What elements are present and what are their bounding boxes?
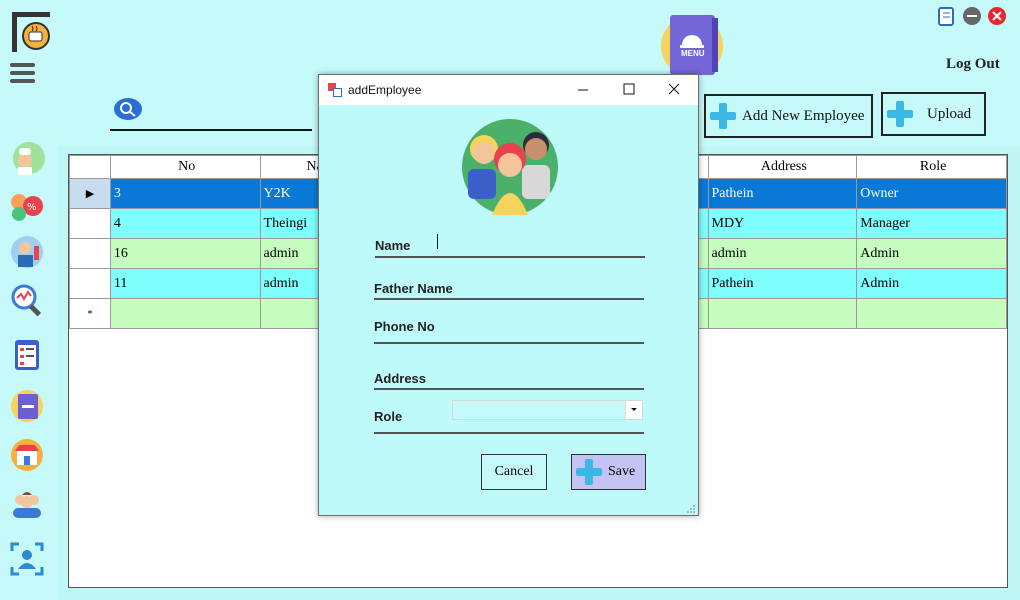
svg-text:%: %	[27, 202, 37, 213]
cell-role[interactable]: Admin	[856, 238, 1007, 269]
row-header	[69, 208, 111, 239]
upload-button[interactable]: Upload	[881, 92, 986, 136]
search-input[interactable]	[145, 100, 309, 124]
cell-no[interactable]: 16	[109, 238, 261, 269]
phone-input[interactable]	[449, 317, 647, 341]
dialog-title: addEmployee	[348, 83, 422, 97]
cell-role[interactable]: Manager	[856, 208, 1007, 239]
role-label: Role	[374, 409, 403, 424]
new-row-marker: *	[69, 298, 111, 329]
address-input[interactable]	[449, 365, 648, 389]
menu-book-icon[interactable]	[9, 388, 45, 424]
cell-address[interactable]	[707, 298, 858, 329]
name-label: Name	[375, 238, 411, 253]
column-header-no[interactable]: No	[109, 155, 261, 179]
column-header-role[interactable]: Role	[856, 155, 1007, 179]
chevron-down-icon	[631, 408, 637, 411]
row-header	[69, 238, 111, 269]
father-name-input[interactable]	[469, 275, 648, 299]
search-icon[interactable]	[113, 97, 143, 121]
cancel-button[interactable]: Cancel	[481, 454, 547, 490]
add-new-employee-button[interactable]: Add New Employee	[704, 94, 873, 138]
menu-book-text: MENU	[681, 49, 705, 58]
dialog-minimize-icon[interactable]	[577, 84, 589, 96]
cell-no[interactable]	[109, 298, 261, 329]
app-window-icon	[328, 83, 342, 97]
resize-grip-icon[interactable]	[687, 504, 696, 513]
save-label: Save	[608, 464, 636, 479]
dialog-titlebar[interactable]: addEmployee	[319, 75, 698, 105]
add-new-employee-label: Add New Employee	[742, 107, 865, 124]
cell-no[interactable]: 11	[109, 268, 261, 299]
minimize-icon[interactable]	[962, 6, 982, 26]
cell-address[interactable]: Pathein	[707, 268, 858, 299]
save-button[interactable]: Save	[571, 454, 646, 490]
profile-scan-icon[interactable]	[9, 541, 45, 577]
notes-icon[interactable]	[936, 6, 956, 26]
role-select[interactable]	[452, 400, 643, 420]
cafe-logo-icon	[12, 12, 50, 52]
name-underline	[375, 256, 645, 258]
waiter-icon[interactable]	[9, 234, 45, 270]
role-underline	[374, 432, 644, 434]
cell-role[interactable]: Admin	[856, 268, 1007, 299]
dialog-maximize-icon[interactable]	[623, 83, 635, 95]
employee-group-avatar	[462, 119, 558, 215]
cell-role[interactable]	[856, 298, 1007, 329]
cell-address[interactable]: admin	[707, 238, 858, 269]
dialog-close-icon[interactable]	[668, 83, 680, 95]
row-header-corner	[69, 155, 111, 179]
address-label: Address	[374, 371, 427, 386]
upload-label: Upload	[927, 105, 972, 122]
search-input-underline	[110, 129, 312, 131]
add-employee-dialog: addEmployee Name Father Name Phone No Ad…	[318, 74, 699, 516]
logout-link[interactable]: Log Out	[946, 56, 1000, 73]
role-select-arrow[interactable]	[625, 401, 642, 419]
chef-icon[interactable]	[9, 140, 45, 176]
menu-book-logo: MENU	[660, 12, 726, 78]
cell-address[interactable]: Pathein	[707, 178, 858, 209]
plus-icon	[887, 101, 913, 127]
menu-book-logo-icon	[661, 15, 723, 77]
father-name-underline	[374, 298, 644, 300]
phone-underline	[374, 342, 644, 344]
discount-icon[interactable]: %	[9, 188, 45, 224]
row-header	[69, 268, 111, 299]
analytics-icon[interactable]	[9, 282, 45, 318]
cell-no[interactable]: 4	[109, 208, 261, 239]
phone-label: Phone No	[374, 319, 435, 334]
cell-no[interactable]: 3	[109, 178, 261, 209]
restaurant-icon[interactable]	[9, 437, 45, 473]
close-app-icon[interactable]	[987, 6, 1007, 26]
selected-row-marker: ▶	[69, 178, 111, 209]
sidebar: %	[0, 0, 58, 600]
cell-address[interactable]: MDY	[707, 208, 858, 239]
column-header-address[interactable]: Address	[707, 155, 858, 179]
cell-role[interactable]: Owner	[856, 178, 1007, 209]
employees-icon[interactable]	[9, 486, 45, 522]
plus-icon	[576, 459, 602, 485]
plus-icon	[710, 103, 736, 129]
hamburger-menu-icon[interactable]	[10, 62, 36, 84]
address-underline	[374, 388, 644, 390]
father-name-label: Father Name	[374, 281, 453, 296]
name-input[interactable]	[435, 232, 649, 256]
checklist-icon[interactable]	[9, 336, 45, 372]
